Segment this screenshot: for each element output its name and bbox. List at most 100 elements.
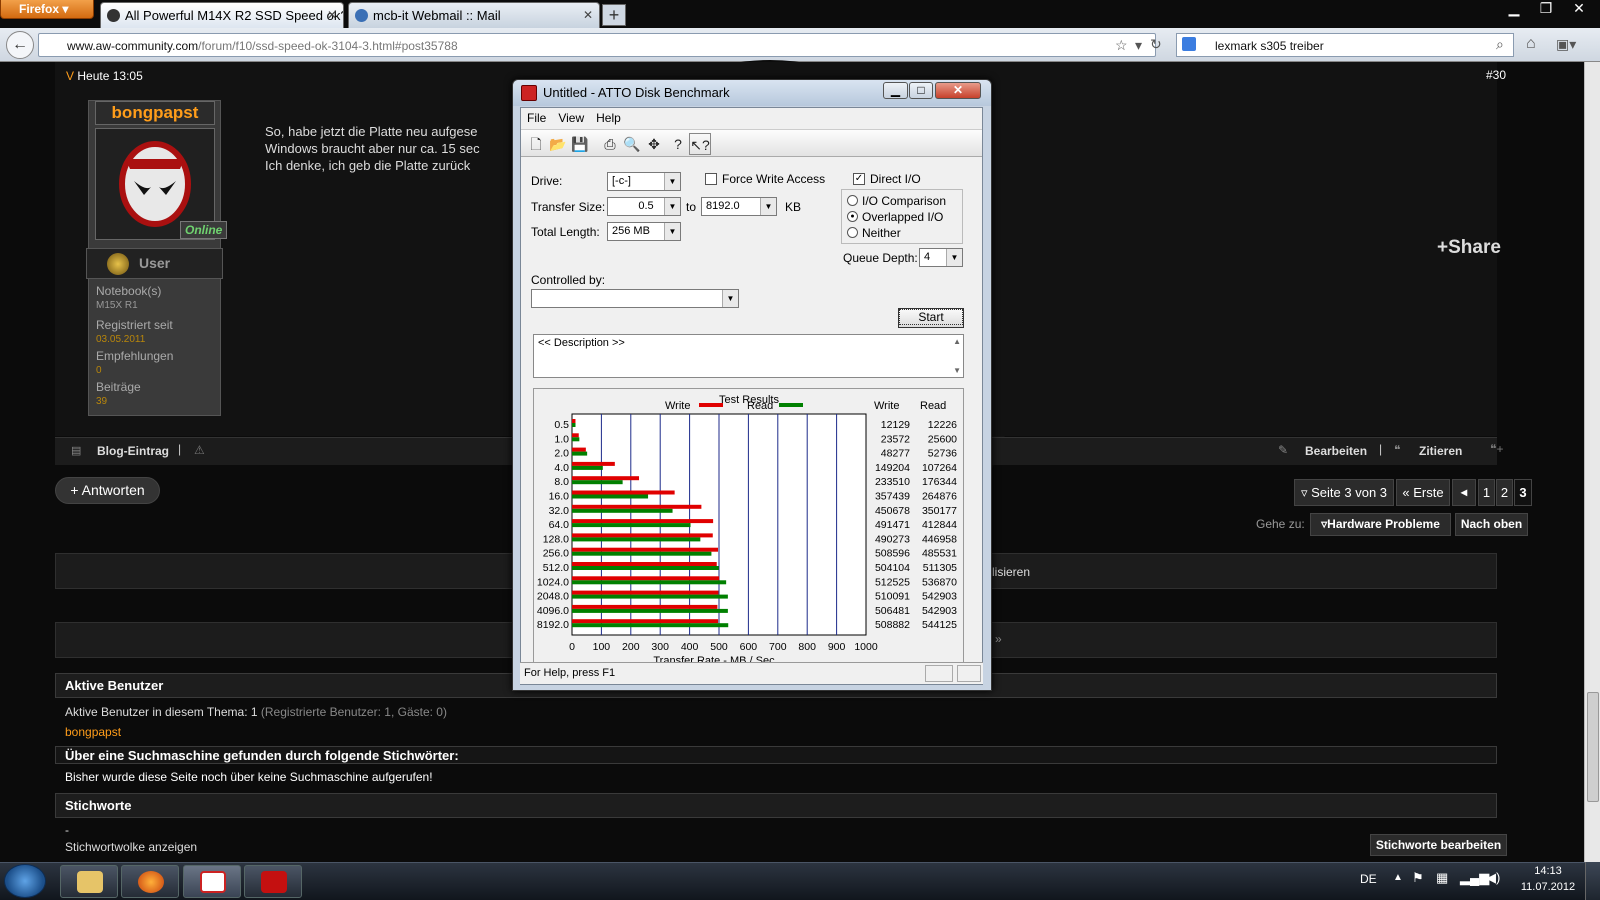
home-icon[interactable]: ⌂ [1526,35,1536,53]
back-button[interactable]: ← [6,31,34,59]
tab-forum[interactable]: All Powerful M14X R2 SSD Speed ok? ... ✕ [100,2,344,28]
quote-button[interactable]: Zitieren [1419,444,1462,458]
explorer-taskbar-button[interactable] [60,865,118,898]
multiquote-icon[interactable]: ❝+ [1490,442,1503,456]
total-length-select[interactable]: 256 MB ▼ [607,222,681,241]
firefox-menu-button[interactable]: Firefox ▾ [0,0,94,19]
chevron-down-icon[interactable]: ▼ [946,249,962,266]
blog-entry-link[interactable]: Blog-Eintrag [97,444,169,458]
clock-time[interactable]: 14:13 [1525,865,1571,877]
move-icon[interactable]: ✥ [643,133,665,155]
drive-select[interactable]: [-c-] ▼ [607,172,681,191]
read-bar [572,480,623,485]
minimize-icon[interactable]: ▁ [883,82,908,99]
scroll-down-icon[interactable]: ▼ [953,366,961,375]
scrollbar-thumb[interactable] [1587,692,1599,802]
reply-button[interactable]: + Antworten [55,477,160,504]
maximize-icon[interactable]: □ [909,82,933,99]
start-button[interactable]: Start [898,308,964,328]
transfer-from-select[interactable]: 0.5 ▼ [607,197,681,216]
menu-file[interactable]: File [521,108,552,125]
search-icon[interactable]: ⌕ [1496,36,1504,53]
dropdown-icon[interactable]: ▾ [1135,37,1142,54]
clock-date[interactable]: 11.07.2012 [1515,881,1581,893]
firefox-taskbar-button[interactable] [121,865,179,898]
bookmark-star-icon[interactable]: ☆ [1115,37,1128,54]
active-user-link[interactable]: bongpapst [65,725,121,739]
chevron-down-icon[interactable]: ▼ [760,198,776,215]
atto-taskbar-button[interactable] [183,865,241,898]
reload-icon[interactable]: ↻ [1150,36,1162,53]
page-link-2[interactable]: 2 [1496,479,1513,506]
close-window-icon[interactable]: ✕ [1563,0,1595,18]
show-desktop-button[interactable] [1585,862,1600,900]
volume-icon[interactable]: ◀) [1486,870,1500,886]
description-field[interactable]: << Description >> ▲ ▼ [533,334,964,378]
url-bar[interactable]: www.aw-community.com/forum/f10/ssd-speed… [38,33,1156,57]
addon-bar-icon[interactable]: ▣▾ [1556,36,1576,53]
tray-expand-icon[interactable]: ▲ [1393,872,1403,883]
device-icon[interactable]: ▦ [1436,870,1448,886]
post-number[interactable]: #30 [1486,68,1506,82]
io-comparison-radio[interactable] [847,195,858,206]
legend-write-swatch [699,403,723,407]
page-scrollbar[interactable] [1584,62,1600,862]
report-icon[interactable]: ⚠ [194,443,205,457]
edit-tags-button[interactable]: Stichworte bearbeiten [1370,834,1507,856]
transfer-size-label: 4.0 [554,462,569,474]
chevron-down-icon[interactable]: ▼ [722,290,738,307]
help-icon[interactable]: ? [667,133,689,155]
first-page-button[interactable]: « Erste [1396,479,1450,506]
print-icon[interactable]: ⎙ [599,133,621,155]
user-field-label: Empfehlungen [96,349,174,363]
page-indicator[interactable]: ▿ Seite 3 von 3 [1294,479,1394,506]
save-icon[interactable]: 💾 [569,133,591,155]
chevron-down-icon[interactable]: ▼ [664,173,680,190]
print-preview-icon[interactable]: 🔍 [621,133,643,155]
chevron-down-icon[interactable]: ▼ [664,198,680,215]
neither-radio[interactable] [847,227,858,238]
resize-grip-icon[interactable] [957,665,981,682]
overlapped-io-radio[interactable]: ● [847,211,858,222]
open-folder-icon[interactable]: 📂 [547,133,569,155]
menu-view[interactable]: View [552,108,590,125]
chevron-down-icon[interactable]: ▼ [664,223,680,240]
edit-button[interactable]: Bearbeiten [1305,444,1367,458]
share-button[interactable]: +Share [1437,237,1501,259]
new-file-icon[interactable]: 🗋 [525,133,547,155]
language-indicator[interactable]: DE [1360,872,1377,886]
search-input[interactable]: lexmark s305 treiber [1176,33,1514,57]
page-link-1[interactable]: 1 [1478,479,1495,506]
close-tab-icon[interactable]: ✕ [327,8,337,22]
close-tab-icon[interactable]: ✕ [583,8,593,22]
tag-cloud-link[interactable]: Stichwortwolke anzeigen [65,840,197,854]
next-arrow-icon[interactable]: » [995,632,1002,646]
prev-page-icon[interactable]: ◂ [1452,479,1476,506]
scroll-up-icon[interactable]: ▲ [953,337,961,346]
legend-read-swatch [779,403,803,407]
new-tab-button[interactable]: + [602,4,626,26]
force-write-checkbox[interactable] [705,173,717,185]
atto-titlebar[interactable]: Untitled - ATTO Disk Benchmark ▁ □ ✕ [513,80,991,106]
action-center-icon[interactable]: ⚑ [1412,870,1424,886]
google-icon[interactable] [1182,37,1196,51]
minimize-icon[interactable]: ▁ [1498,0,1530,18]
tab-webmail[interactable]: mcb-it Webmail :: Mail ✕ [348,2,600,28]
back-to-top-button[interactable]: Nach oben [1455,513,1528,536]
post-author[interactable]: bongpapst [95,101,215,125]
restore-icon[interactable]: ❐ [1530,0,1562,18]
acrobat-taskbar-button[interactable] [244,865,302,898]
goto-forum-button[interactable]: ▿Hardware Probleme [1310,513,1451,536]
queue-depth-select[interactable]: 4 ▼ [919,248,963,267]
controlled-by-select[interactable]: ▼ [531,289,739,308]
refresh-link[interactable]: lisieren [992,565,1030,579]
menu-help[interactable]: Help [590,108,627,125]
atto-window[interactable]: Untitled - ATTO Disk Benchmark ▁ □ ✕ Fil… [512,79,992,691]
network-icon[interactable]: ▂▄▆ [1460,870,1489,886]
context-help-icon[interactable]: ↖? [689,133,711,155]
direct-io-checkbox[interactable]: ✓ [853,173,865,185]
close-window-icon[interactable]: ✕ [935,82,981,99]
start-button[interactable] [4,864,46,898]
write-bar [572,562,717,566]
transfer-to-select[interactable]: 8192.0 ▼ [701,197,777,216]
